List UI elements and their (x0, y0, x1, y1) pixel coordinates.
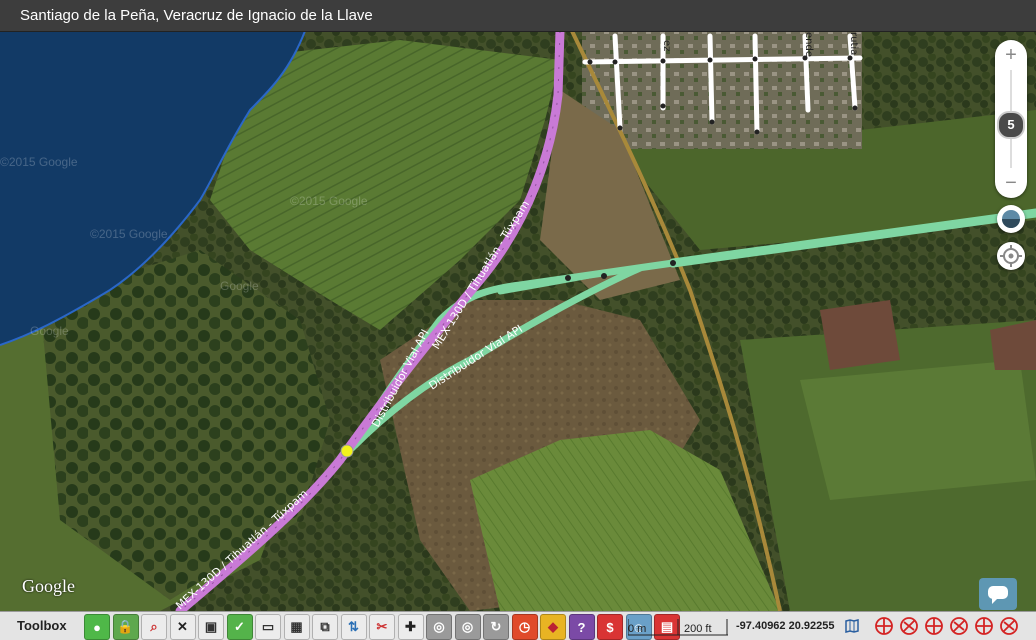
ruler-icon[interactable]: ▭ (255, 614, 281, 640)
junction-icon[interactable]: ✚ (397, 614, 424, 640)
watermark-5: Google (30, 324, 69, 338)
search-road-icon[interactable]: ⌕ (141, 614, 167, 640)
zoom-control: + 5 − (995, 40, 1027, 198)
toolbox-icons: ● 🔒 ⌕ ✕ ▣ ✓ ▭ ▦ ⧉ ⇅ ✂ ✚ ◎ ◎ ↻ ◷ ◆? $ ☺ ▤ (84, 614, 683, 640)
copy-icon[interactable]: ⧉ (312, 614, 338, 640)
locate-button[interactable] (997, 242, 1025, 270)
roundabout2-icon[interactable]: ◎ (454, 614, 481, 640)
zoom-out-button[interactable]: − (995, 168, 1027, 198)
select-area-icon[interactable]: ▣ (198, 614, 224, 640)
coordinates-readout: -97.40962 20.92255 (736, 620, 835, 632)
roundabout-icon[interactable]: ◎ (426, 614, 452, 640)
watermark-4: Google (220, 279, 259, 293)
location-title: Santiago de la Peña, Veracruz de Ignacio… (20, 7, 373, 24)
arrows-icon[interactable]: ⇅ (340, 614, 367, 640)
town-area (582, 31, 862, 149)
crosshair-icon (1000, 245, 1022, 267)
layers-toggle-button[interactable] (997, 205, 1025, 233)
connector-b-icon[interactable] (898, 614, 920, 638)
connector-icons (873, 614, 1023, 638)
street-label-1: ez (661, 40, 672, 51)
scale-bar: 0 m 200 ft (628, 615, 728, 637)
layers-icon (1002, 210, 1020, 228)
connector-a-icon[interactable] (873, 614, 895, 638)
scale-imperial-label: 200 ft (684, 623, 712, 635)
connector-e-icon[interactable] (973, 614, 995, 638)
cut-icon[interactable]: ✂ (369, 614, 395, 640)
connector-f-icon[interactable] (998, 614, 1020, 638)
calendar-icon[interactable]: ▦ (283, 614, 310, 640)
google-logo: Google (22, 576, 75, 596)
selected-node[interactable] (340, 444, 354, 458)
clock-icon[interactable]: ◷ (511, 614, 538, 640)
map-canvas[interactable]: ez ende rutia MEX-130D / Tihuatlán - Túx… (0, 0, 1036, 639)
title-bar: Santiago de la Peña, Veracruz de Ignacio… (0, 0, 1036, 32)
connector-c-icon[interactable] (923, 614, 945, 638)
street-label-2: ende (803, 32, 814, 57)
direction-icon[interactable]: ◆ (540, 614, 566, 640)
scale-metric-label: 0 m (628, 623, 647, 635)
rotate-icon[interactable]: ↻ (483, 614, 509, 640)
toolbox-bar: Toolbox ● 🔒 ⌕ ✕ ▣ ✓ ▭ ▦ ⧉ ⇅ ✂ ✚ ◎ ◎ ↻ ◷ ◆? $ ☺ ▤ 0 m 200 ft… (0, 611, 1036, 640)
watermark-3: ©2015 Google (290, 194, 368, 208)
validate-icon[interactable]: ✓ (226, 614, 253, 640)
lock-icon[interactable]: 🔒 (112, 614, 139, 640)
zoom-in-button[interactable]: + (995, 40, 1027, 70)
watermark-2: ©2015 Google (90, 227, 168, 241)
watermark-1: ©2015 Google (0, 155, 78, 169)
toolbox-label: Toolbox (17, 618, 67, 633)
chat-button[interactable] (979, 578, 1017, 610)
help-icon[interactable]: ? (568, 614, 595, 640)
zoom-level-knob[interactable]: 5 (997, 111, 1025, 139)
map-book-icon[interactable] (845, 619, 859, 633)
toll-icon[interactable]: $ (597, 614, 623, 640)
connector-d-icon[interactable] (948, 614, 970, 638)
field-east-inner (800, 360, 1036, 500)
soil-patch-east (820, 300, 900, 370)
tools-icon[interactable]: ✕ (169, 614, 196, 640)
gps-icon[interactable]: ● (84, 614, 110, 640)
chat-bubble-icon (988, 586, 1008, 604)
street-label-3: rutia (848, 32, 859, 55)
